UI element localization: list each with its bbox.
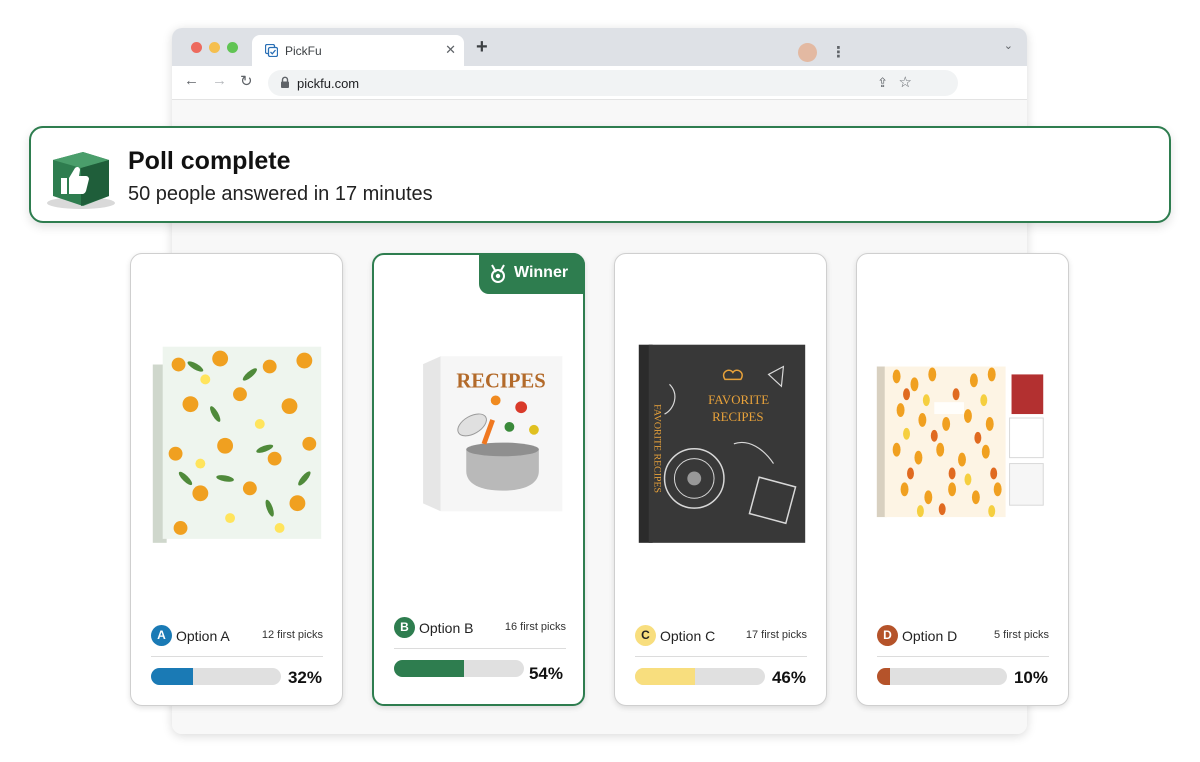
browser-toolbar: ← → ↻ pickfu.com ⇪ ☆ xyxy=(172,66,1027,100)
first-picks-count: 5 first picks xyxy=(993,629,1049,641)
thumbs-up-cube-icon xyxy=(47,152,115,209)
back-arrow-icon[interactable]: ← xyxy=(184,72,199,89)
result-bar-fill xyxy=(635,668,695,685)
poll-status-subtitle: 50 people answered in 17 minutes xyxy=(128,183,433,205)
option-card-b[interactable]: Winner RECIPES B Option B 16 first picks… xyxy=(372,253,585,706)
svg-text:FAVORITE RECIPES: FAVORITE RECIPES xyxy=(652,404,663,493)
option-label-row: B Option B 16 first picks xyxy=(394,617,566,639)
product-image-recipes-box: RECIPES xyxy=(423,356,563,512)
result-bar-fill xyxy=(877,668,890,685)
result-bar-fill xyxy=(151,668,193,685)
first-picks-count: 17 first picks xyxy=(745,629,807,641)
option-letter-badge: B xyxy=(394,617,415,638)
profile-avatar[interactable] xyxy=(798,43,817,62)
forward-arrow-icon[interactable]: → xyxy=(212,72,227,89)
option-letter-badge: D xyxy=(877,625,898,646)
option-card-c[interactable]: FAVORITE RECIPES FAVORITE RECIPES C Opti… xyxy=(614,253,827,706)
browser-tab[interactable]: PickFu ✕ xyxy=(252,35,464,66)
first-picks-count: 16 first picks xyxy=(504,621,566,633)
option-name: Option C xyxy=(660,628,716,644)
result-percent: 10% xyxy=(1013,668,1048,687)
address-bar[interactable]: pickfu.com ⇪ ☆ xyxy=(268,70,958,96)
chevron-down-icon[interactable]: ⌄ xyxy=(1004,39,1013,52)
product-image-chalkboard-binder: FAVORITE RECIPES FAVORITE RECIPES xyxy=(638,344,806,543)
option-name: Option A xyxy=(176,628,230,644)
lock-icon xyxy=(281,76,289,88)
option-name: Option D xyxy=(902,628,958,644)
svg-text:RECIPES: RECIPES xyxy=(712,410,763,424)
product-image-lemon-binder xyxy=(152,346,322,543)
more-options-icon[interactable]: ⋮ xyxy=(831,43,846,61)
new-tab-icon[interactable]: + xyxy=(476,36,488,59)
divider xyxy=(394,648,566,649)
pickfu-favicon-icon xyxy=(265,44,278,57)
url-text: pickfu.com xyxy=(297,76,360,91)
result-bar xyxy=(151,668,281,685)
tab-bar: PickFu ✕ + ⌄ xyxy=(172,28,1027,66)
poll-complete-banner: Poll complete 50 people answered in 17 m… xyxy=(29,126,1171,223)
divider xyxy=(877,656,1049,657)
result-bar-fill xyxy=(394,660,465,677)
option-label-row: A Option A 12 first picks xyxy=(151,625,323,647)
result-bar xyxy=(394,660,524,677)
divider xyxy=(635,656,807,657)
option-card-a[interactable]: A Option A 12 first picks 32% xyxy=(130,253,343,706)
maximize-window-button[interactable] xyxy=(227,42,238,53)
first-picks-count: 12 first picks xyxy=(261,629,323,641)
share-icon[interactable]: ⇪ xyxy=(877,75,888,91)
result-percent: 54% xyxy=(528,664,563,683)
option-label-row: D Option D 5 first picks xyxy=(877,625,1049,647)
product-image-leaf-binder xyxy=(876,366,1044,518)
poll-status-title: Poll complete xyxy=(128,147,291,175)
option-name: Option B xyxy=(419,620,474,636)
svg-text:FAVORITE: FAVORITE xyxy=(708,393,769,407)
result-bar xyxy=(635,668,765,685)
result-percent: 46% xyxy=(771,668,806,687)
close-window-button[interactable] xyxy=(191,42,202,53)
svg-text:RECIPES: RECIPES xyxy=(456,371,545,393)
result-percent: 32% xyxy=(287,668,322,687)
reload-icon[interactable]: ↻ xyxy=(240,72,253,90)
bookmark-star-icon[interactable]: ☆ xyxy=(899,73,912,91)
close-tab-icon[interactable]: ✕ xyxy=(445,42,456,58)
result-bar xyxy=(877,668,1007,685)
option-card-d[interactable]: D Option D 5 first picks 10% xyxy=(856,253,1069,706)
option-letter-badge: C xyxy=(635,625,656,646)
tab-title: PickFu xyxy=(285,44,322,58)
divider xyxy=(151,656,323,657)
option-label-row: C Option C 17 first picks xyxy=(635,625,807,647)
option-letter-badge: A xyxy=(151,625,172,646)
minimize-window-button[interactable] xyxy=(209,42,220,53)
